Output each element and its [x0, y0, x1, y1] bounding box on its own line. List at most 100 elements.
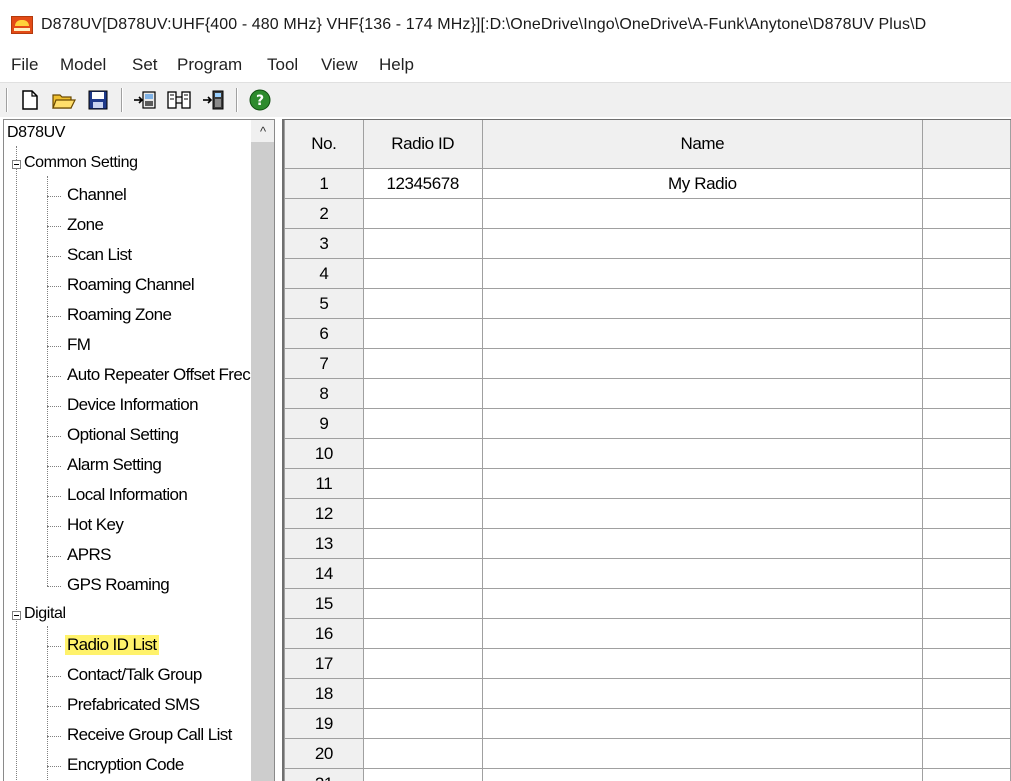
radio-id-cell[interactable] [362, 678, 483, 709]
name-cell[interactable] [481, 588, 924, 619]
table-row[interactable]: 8 [284, 378, 1011, 409]
tree-item-alarm-setting[interactable]: Alarm Setting [65, 455, 163, 475]
name-cell[interactable] [481, 378, 924, 409]
write-to-radio-icon[interactable] [202, 89, 224, 111]
table-row[interactable]: 21 [284, 768, 1011, 781]
tree-group-common-setting[interactable]: Common Setting [24, 154, 138, 172]
radio-id-cell[interactable] [362, 588, 483, 619]
name-cell[interactable] [481, 438, 924, 469]
empty-cell[interactable] [922, 318, 1011, 349]
new-file-icon[interactable] [19, 89, 41, 111]
tree-item-zone[interactable]: Zone [65, 215, 105, 235]
table-row[interactable]: 17 [284, 648, 1011, 679]
name-cell[interactable] [481, 408, 924, 439]
name-cell[interactable] [481, 318, 924, 349]
table-row[interactable]: 14 [284, 558, 1011, 589]
radio-id-cell[interactable] [362, 288, 483, 319]
tree-item-hot-key[interactable]: Hot Key [65, 515, 125, 535]
tree-item-optional-setting[interactable]: Optional Setting [65, 425, 180, 445]
tree-item-prefabricated-sms[interactable]: Prefabricated SMS [65, 695, 201, 715]
menu-file[interactable]: File [11, 55, 38, 75]
name-cell[interactable] [481, 558, 924, 589]
table-row[interactable]: 6 [284, 318, 1011, 349]
table-row[interactable]: 10 [284, 438, 1011, 469]
menu-tool[interactable]: Tool [267, 55, 298, 75]
table-row[interactable]: 1 12345678 My Radio [284, 168, 1011, 199]
empty-cell[interactable] [922, 468, 1011, 499]
tree-item-aprs[interactable]: APRS [65, 545, 113, 565]
menu-program[interactable]: Program [177, 55, 242, 75]
empty-cell[interactable] [922, 258, 1011, 289]
empty-cell[interactable] [922, 708, 1011, 739]
table-row[interactable]: 11 [284, 468, 1011, 499]
name-cell[interactable] [481, 648, 924, 679]
name-cell[interactable] [481, 768, 924, 781]
table-row[interactable]: 15 [284, 588, 1011, 619]
tree-scrollbar[interactable]: ^ [251, 120, 274, 781]
table-row[interactable]: 7 [284, 348, 1011, 379]
name-cell[interactable] [481, 348, 924, 379]
table-row[interactable]: 16 [284, 618, 1011, 649]
radio-id-cell[interactable] [362, 348, 483, 379]
radio-id-cell[interactable] [362, 468, 483, 499]
name-cell[interactable] [481, 198, 924, 229]
table-row[interactable]: 4 [284, 258, 1011, 289]
name-cell[interactable] [481, 618, 924, 649]
collapse-common-icon[interactable] [12, 160, 21, 169]
name-cell[interactable] [481, 288, 924, 319]
name-cell[interactable] [481, 708, 924, 739]
tree-item-fm[interactable]: FM [65, 335, 92, 355]
table-row[interactable]: 13 [284, 528, 1011, 559]
table-row[interactable]: 2 [284, 198, 1011, 229]
radio-id-cell[interactable] [362, 408, 483, 439]
radio-id-cell[interactable] [362, 318, 483, 349]
radio-id-cell[interactable] [362, 528, 483, 559]
radio-id-cell[interactable] [362, 438, 483, 469]
table-row[interactable]: 12 [284, 498, 1011, 529]
tree-item-scan-list[interactable]: Scan List [65, 245, 134, 265]
table-row[interactable]: 20 [284, 738, 1011, 769]
name-cell[interactable] [481, 468, 924, 499]
table-row[interactable]: 9 [284, 408, 1011, 439]
tree-item-local-information[interactable]: Local Information [65, 485, 189, 505]
tree-item-gps-roaming[interactable]: GPS Roaming [65, 575, 171, 595]
radio-id-cell[interactable] [362, 738, 483, 769]
name-cell[interactable] [481, 738, 924, 769]
empty-cell[interactable] [922, 288, 1011, 319]
radio-id-cell[interactable] [362, 198, 483, 229]
empty-cell[interactable] [922, 408, 1011, 439]
tree-root[interactable]: D878UV [7, 124, 65, 142]
radio-id-cell[interactable] [362, 618, 483, 649]
empty-cell[interactable] [922, 198, 1011, 229]
radio-id-cell[interactable] [362, 258, 483, 289]
column-header-name[interactable]: Name [481, 120, 924, 169]
navigation-tree[interactable]: D878UV Common Setting Channel Zone Scan … [3, 119, 275, 781]
menu-view[interactable]: View [321, 55, 358, 75]
table-row[interactable]: 5 [284, 288, 1011, 319]
tree-item-roaming-channel[interactable]: Roaming Channel [65, 275, 196, 295]
empty-cell[interactable] [922, 378, 1011, 409]
name-cell[interactable]: My Radio [481, 168, 924, 199]
menu-model[interactable]: Model [60, 55, 106, 75]
empty-cell[interactable] [922, 618, 1011, 649]
table-row[interactable]: 18 [284, 678, 1011, 709]
open-folder-icon[interactable] [52, 89, 76, 111]
name-cell[interactable] [481, 528, 924, 559]
radio-id-cell[interactable] [362, 498, 483, 529]
radio-id-cell[interactable] [362, 378, 483, 409]
empty-cell[interactable] [922, 588, 1011, 619]
collapse-digital-icon[interactable] [12, 611, 21, 620]
name-cell[interactable] [481, 258, 924, 289]
empty-cell[interactable] [922, 528, 1011, 559]
tree-item-radio-id-list[interactable]: Radio ID List [65, 635, 159, 655]
scroll-up-arrow-icon[interactable]: ^ [251, 120, 274, 142]
tree-group-digital[interactable]: Digital [24, 605, 66, 623]
empty-cell[interactable] [922, 648, 1011, 679]
empty-cell[interactable] [922, 168, 1011, 199]
radio-id-cell[interactable] [362, 228, 483, 259]
radio-id-cell[interactable] [362, 708, 483, 739]
save-icon[interactable] [87, 89, 109, 111]
tree-item-auto-repeater-offset[interactable]: Auto Repeater Offset Frec [65, 365, 252, 385]
menu-help[interactable]: Help [379, 55, 414, 75]
empty-cell[interactable] [922, 228, 1011, 259]
